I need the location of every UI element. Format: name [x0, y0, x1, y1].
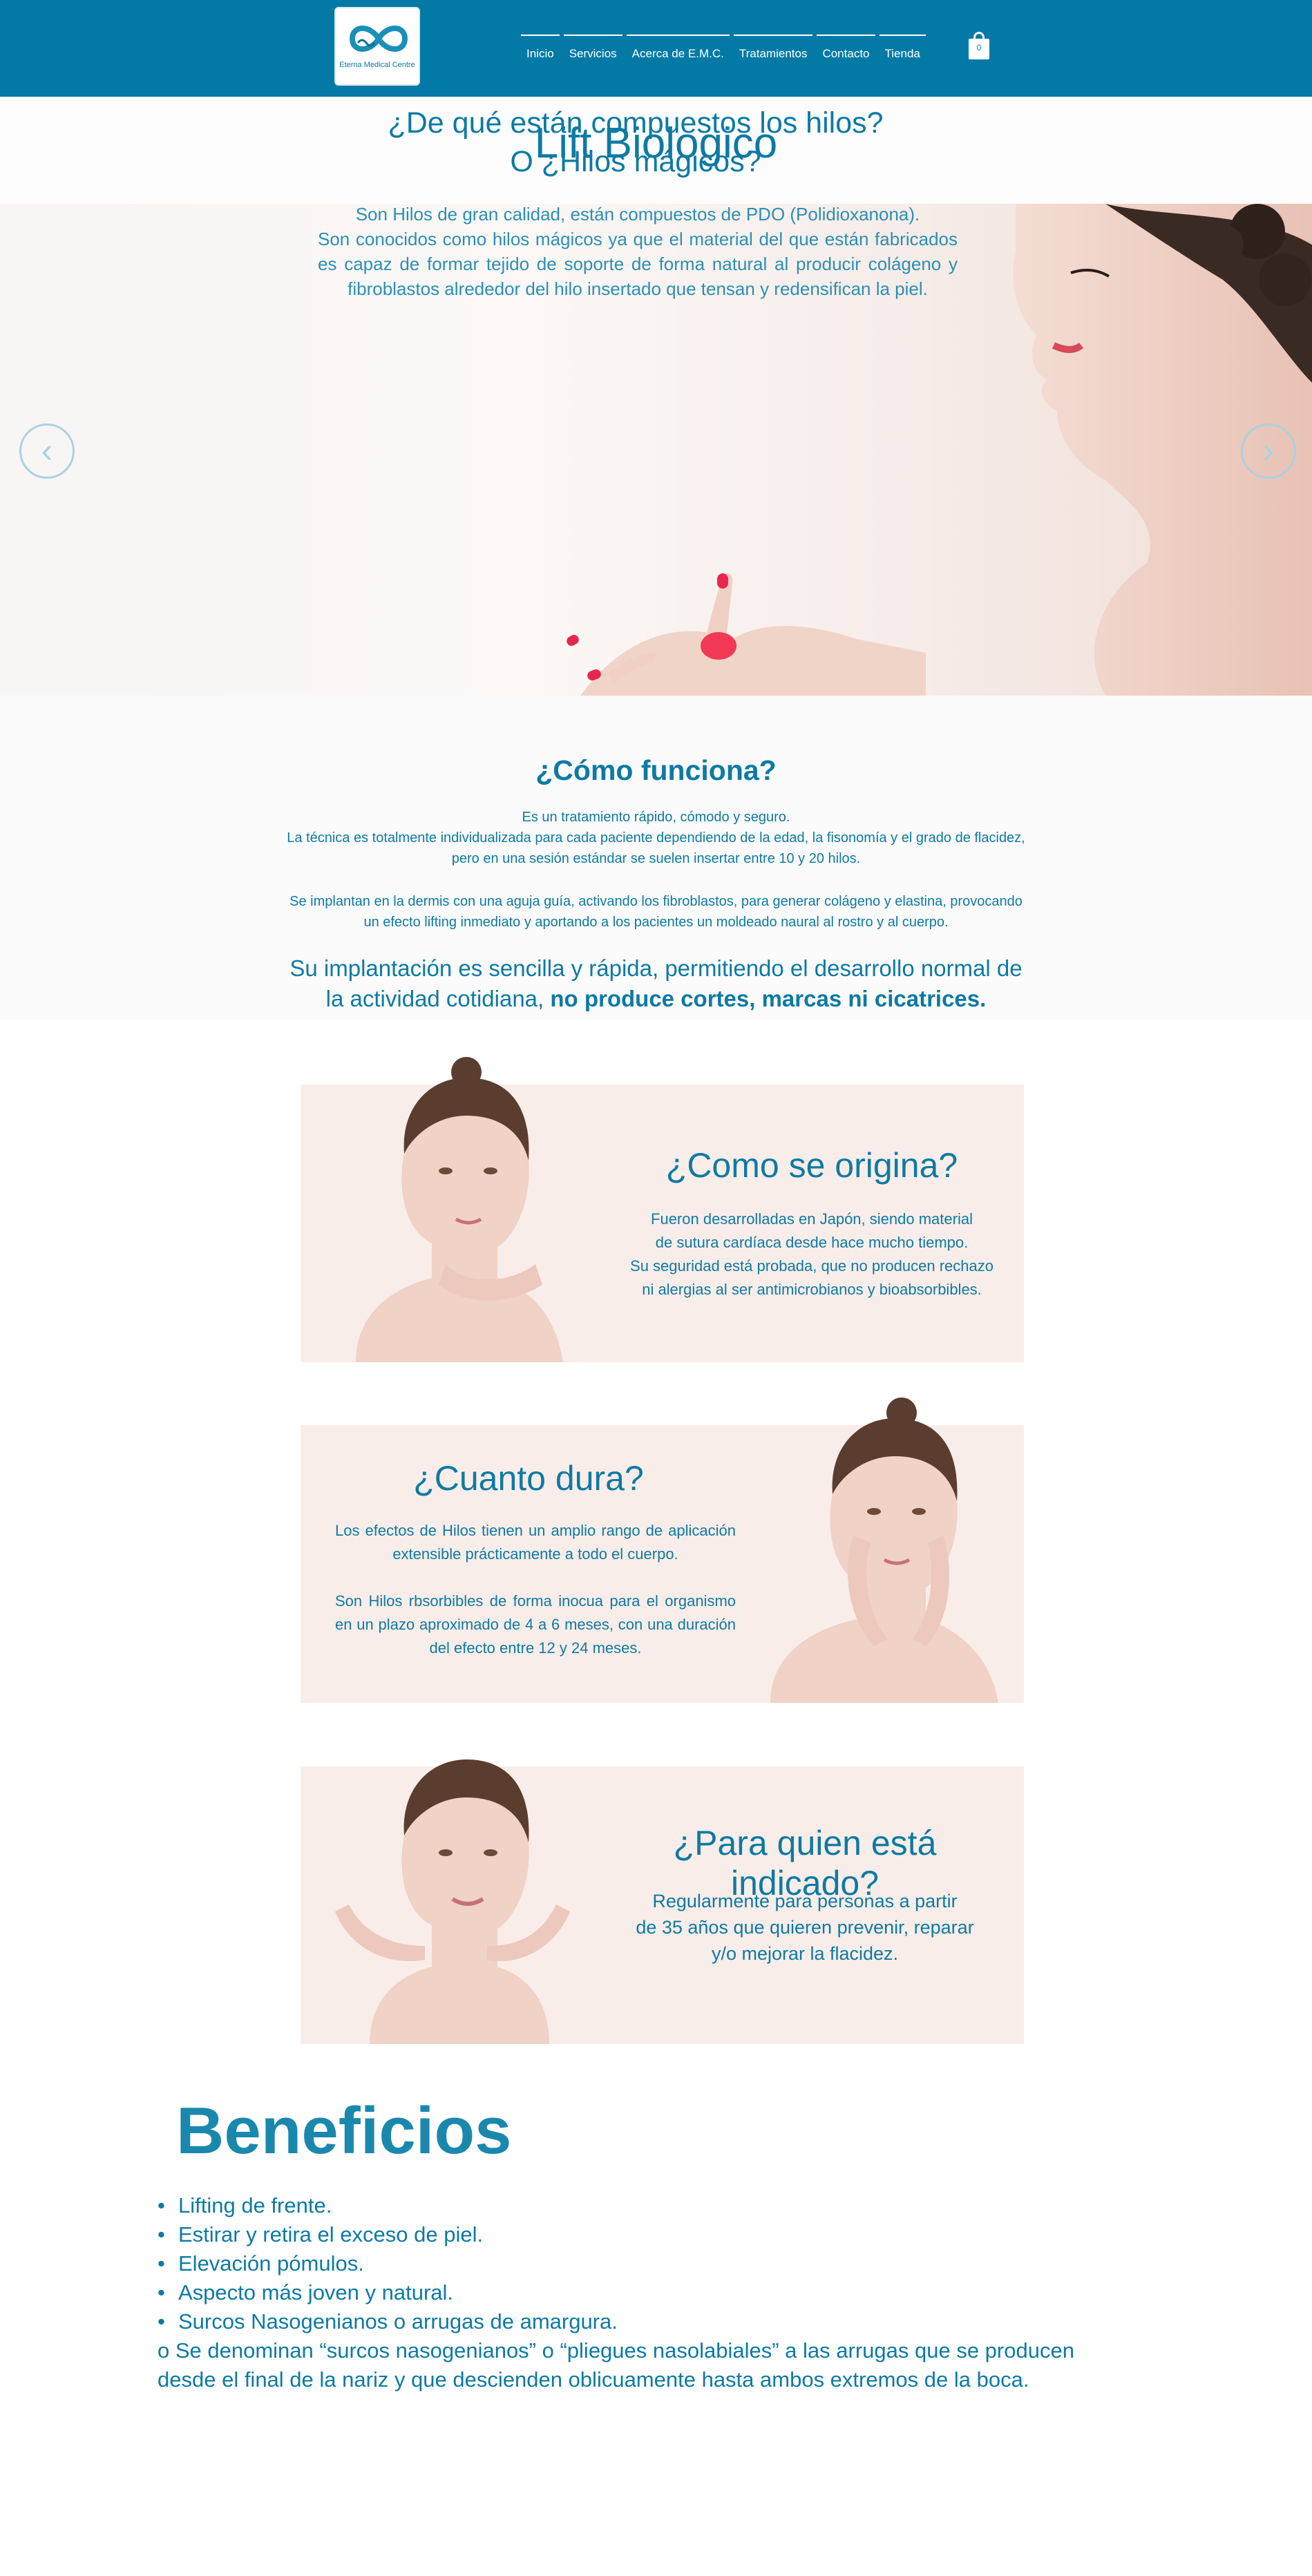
origin-line-3: Su seguridad está probada, que no produc…: [630, 1257, 993, 1275]
benefit-text: Aspecto más joven y natural.: [178, 2280, 454, 2305]
hero-heading-line1: ¿De qué están compuestos los hilos?: [388, 106, 884, 140]
indicated-line-3: y/o mejorar la flacidez.: [711, 1943, 899, 1964]
benefit-item: • Lifting de frente.: [158, 2191, 1125, 2220]
bullet: •: [158, 2193, 165, 2217]
how-paragraph-1: Es un tratamiento rápido, cómodo y segur…: [285, 807, 1027, 869]
origin-text: Fueron desarrolladas en Japón, siendo ma…: [618, 1208, 1005, 1301]
hero-text-line1: Son Hilos de gran calidad, están compues…: [355, 204, 920, 225]
main-nav: Inicio Servicios Acerca de E.M.C. Tratam…: [521, 35, 926, 64]
nav-servicios[interactable]: Servicios: [563, 35, 622, 64]
duration-text: Los efectos de Hilos tienen un amplio ra…: [335, 1519, 736, 1660]
how-p1-line1: Es un tratamiento rápido, cómodo y segur…: [522, 810, 790, 825]
chevron-right-icon: ›: [1262, 431, 1275, 470]
logo-text: Eterna Medical Centre: [339, 61, 415, 69]
benefits-note: o Se denominan “surcos nasogenianos” o “…: [158, 2338, 1074, 2392]
prev-slide-button[interactable]: ‹: [19, 423, 75, 479]
hero-heading-line2: O ¿Hilos mágicos?: [510, 145, 761, 178]
benefits-list: • Lifting de frente. • Estirar y retira el…: [158, 2191, 1125, 2336]
hero-text-rest: Son conocidos como hilos mágicos ya que …: [318, 229, 958, 299]
cart-button[interactable]: 0: [967, 32, 991, 59]
origin-card: ¿Como se origina? Fueron desarrolladas e…: [301, 1057, 1024, 1362]
bullet: •: [158, 2222, 165, 2246]
duration-heading: ¿Cuanto dura?: [413, 1459, 644, 1498]
cart-count: 0: [976, 43, 982, 53]
nav-contacto[interactable]: Contacto: [817, 35, 875, 64]
origin-line-4: ni alergias al ser antimicrobianos y bio…: [642, 1281, 982, 1298]
nav-acerca[interactable]: Acerca de E.M.C.: [626, 35, 730, 64]
benefit-item: • Surcos Nasogenianos o arrugas de amargu…: [158, 2307, 1125, 2336]
duration-card: ¿Cuanto dura? Los efectos de Hilos tiene…: [301, 1397, 1024, 1703]
benefit-item: • Elevación pómulos.: [158, 2249, 1125, 2278]
bullet: •: [158, 2280, 165, 2305]
how-emph-bold: no produce cortes, marcas ni cicatrices.: [550, 986, 987, 1011]
site-header: Eterna Medical Centre Inicio Servicios A…: [0, 0, 1312, 97]
chevron-left-icon: ‹: [41, 431, 53, 470]
hand-red-nails-image: [567, 573, 926, 696]
benefit-text: Estirar y retira el exceso de piel.: [178, 2222, 484, 2246]
woman-open-hands-image: [335, 1759, 570, 2044]
nav-inicio[interactable]: Inicio: [521, 35, 560, 64]
bullet: •: [158, 2309, 165, 2334]
nav-tratamientos[interactable]: Tratamientos: [733, 35, 813, 64]
origin-line-1: Fueron desarrolladas en Japón, siendo ma…: [651, 1210, 973, 1228]
indicated-line-2: de 35 años que quieren prevenir, reparar: [636, 1917, 974, 1938]
origin-heading: ¿Como se origina?: [665, 1146, 958, 1185]
logo[interactable]: Eterna Medical Centre: [334, 7, 420, 86]
woman-hand-chin-image: [356, 1057, 563, 1362]
duration-p1: Los efectos de Hilos tienen un amplio ra…: [335, 1522, 736, 1563]
hero-heading: ¿De qué están compuestos los hilos? O ¿H…: [304, 104, 967, 181]
duration-spacer: [335, 1566, 736, 1590]
benefit-item: • Aspecto más joven y natural.: [158, 2278, 1125, 2307]
indicated-line-1: Regularmente para personas a partir: [652, 1891, 958, 1911]
benefit-text: Lifting de frente.: [178, 2193, 332, 2217]
woman-hands-neck-image: [770, 1397, 998, 1703]
bullet: •: [158, 2251, 165, 2276]
next-slide-button[interactable]: ›: [1241, 423, 1296, 479]
how-p1-line2: La técnica es totalmente individualizada…: [287, 830, 1025, 866]
how-emphasis: Su implantación es sencilla y rápida, pe…: [285, 953, 1027, 1014]
indicated-card: ¿Para quien está indicado? Regularmente …: [301, 1759, 1024, 2044]
how-heading: ¿Cómo funciona?: [535, 754, 777, 786]
benefit-text: Elevación pómulos.: [178, 2251, 364, 2276]
indicated-text: Regularmente para personas a partir de 3…: [605, 1888, 1005, 1967]
infinity-logo-icon: [349, 26, 408, 52]
benefit-text: Surcos Nasogenianos o arrugas de amargur…: [178, 2309, 618, 2334]
benefits-heading: Beneficios: [176, 2094, 512, 2168]
hero-text: Son Hilos de gran calidad, están compues…: [318, 202, 958, 301]
origin-line-2: de sutura cardíaca desde hace mucho tiem…: [655, 1234, 969, 1251]
nav-tienda[interactable]: Tienda: [879, 35, 926, 64]
how-paragraph-2: Se implantan en la dermis con una aguja …: [289, 894, 1023, 930]
duration-p2: Son Hilos rbsorbibles de forma inocua pa…: [335, 1592, 736, 1657]
benefit-item: • Estirar y retira el exceso de piel.: [158, 2220, 1125, 2249]
